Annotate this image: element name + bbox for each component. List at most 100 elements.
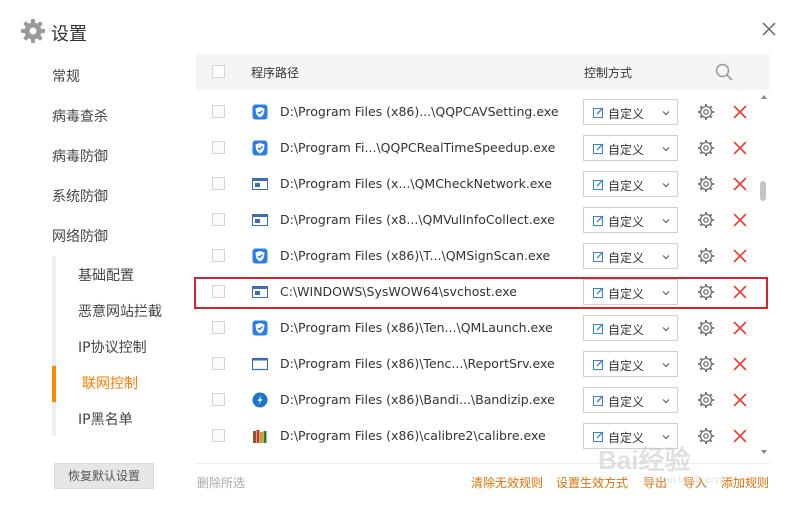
control-mode-select[interactable]: 自定义 [583, 243, 678, 269]
clear-invalid-rules-link[interactable]: 清除无效规则 [471, 474, 543, 491]
gear-icon[interactable] [697, 355, 715, 373]
control-mode-select[interactable]: 自定义 [583, 135, 678, 161]
row-checkbox[interactable] [212, 177, 225, 190]
gear-icon[interactable] [697, 103, 715, 121]
control-mode-select[interactable]: 自定义 [583, 387, 678, 413]
control-mode-select[interactable]: 自定义 [583, 351, 678, 377]
table-row[interactable]: D:\Program Files (x86)\Bandi...\Bandizip… [196, 382, 756, 418]
delete-x-icon[interactable] [732, 392, 748, 408]
window-app-icon [252, 284, 268, 300]
table-row[interactable]: D:\Program Files (x86)\Ten...\QMLaunch.e… [196, 310, 756, 346]
delete-x-icon[interactable] [732, 212, 748, 228]
sub-item-network-control[interactable]: 联网控制 [52, 366, 182, 402]
edit-icon [593, 251, 604, 262]
gear-icon[interactable] [697, 283, 715, 301]
sub-item-malicious-site-block[interactable]: 恶意网站拦截 [56, 294, 186, 330]
row-program-path: D:\Program Files (x86)\T...\QMSignScan.e… [280, 248, 551, 263]
nav-item-network-defense[interactable]: 网络防御 [52, 226, 108, 246]
delete-x-icon[interactable] [732, 140, 748, 156]
chevron-down-icon [662, 399, 670, 404]
scroll-up-arrow-icon[interactable] [760, 93, 768, 101]
row-checkbox[interactable] [212, 285, 225, 298]
shield-icon [252, 248, 268, 264]
row-checkbox[interactable] [212, 393, 225, 406]
table-row[interactable]: D:\Program Files (x8...\QMVulInfoCollect… [196, 202, 756, 238]
scrollbar[interactable] [756, 93, 770, 463]
shield-icon [252, 320, 268, 336]
row-checkbox[interactable] [212, 429, 225, 442]
table-row[interactable]: D:\Program Files (x86)\T...\QMSignScan.e… [196, 238, 756, 274]
delete-x-icon[interactable] [732, 248, 748, 264]
title-bar: 设置 [0, 0, 800, 60]
add-rule-link[interactable]: 添加规则 [721, 474, 769, 491]
gear-icon[interactable] [697, 211, 715, 229]
table-row[interactable]: D:\Program Fi...\QQPCRealTimeSpeedup.exe… [196, 130, 756, 166]
sub-item-ip-protocol-control[interactable]: IP协议控制 [56, 330, 186, 366]
delete-x-icon[interactable] [732, 320, 748, 336]
gear-icon[interactable] [697, 139, 715, 157]
table-row[interactable]: D:\Program Files (x86)\Tenc...\ReportSrv… [196, 346, 756, 382]
chevron-down-icon [662, 435, 670, 440]
export-link[interactable]: 导出 [643, 474, 667, 491]
control-mode-value: 自定义 [608, 395, 645, 409]
search-icon[interactable] [714, 62, 734, 82]
gear-icon[interactable] [697, 319, 715, 337]
delete-selected-button[interactable]: 删除所选 [197, 474, 245, 491]
scroll-down-arrow-icon[interactable] [760, 448, 768, 456]
delete-x-icon[interactable] [732, 356, 748, 372]
control-mode-select[interactable]: 自定义 [583, 279, 678, 305]
control-mode-select[interactable]: 自定义 [583, 423, 678, 449]
row-program-path: D:\Program Files (x86)\Bandi...\Bandizip… [280, 392, 555, 407]
table-row[interactable]: D:\Program Files (x86)\calibre2\calibre.… [196, 418, 756, 454]
sub-item-basic-config[interactable]: 基础配置 [56, 258, 186, 294]
set-effective-mode-link[interactable]: 设置生效方式 [556, 474, 628, 491]
edit-icon [593, 143, 604, 154]
row-program-path: D:\Program Files (x86)\Ten...\QMLaunch.e… [280, 320, 553, 335]
control-mode-select[interactable]: 自定义 [583, 207, 678, 233]
books-icon [252, 428, 268, 444]
import-link[interactable]: 导入 [683, 474, 707, 491]
scroll-thumb[interactable] [760, 181, 766, 201]
control-mode-select[interactable]: 自定义 [583, 99, 678, 125]
row-checkbox[interactable] [212, 357, 225, 370]
row-checkbox[interactable] [212, 105, 225, 118]
chevron-down-icon [662, 111, 670, 116]
chevron-down-icon [662, 219, 670, 224]
row-checkbox[interactable] [212, 249, 225, 262]
gear-icon[interactable] [697, 247, 715, 265]
control-mode-value: 自定义 [608, 287, 645, 301]
edit-icon [593, 287, 604, 298]
sub-item-ip-blacklist[interactable]: IP黑名单 [56, 402, 186, 438]
row-program-path: D:\Program Files (x86)...\QQPCAVSetting.… [280, 104, 559, 119]
blank-window-icon [251, 356, 269, 372]
control-mode-value: 自定义 [608, 107, 645, 121]
nav-item-system-defense[interactable]: 系统防御 [52, 186, 108, 206]
delete-x-icon[interactable] [732, 284, 748, 300]
control-mode-select[interactable]: 自定义 [583, 315, 678, 341]
edit-icon [593, 179, 604, 190]
gear-icon[interactable] [697, 427, 715, 445]
table-row[interactable]: D:\Program Files (x86)...\QQPCAVSetting.… [196, 94, 756, 130]
gear-icon[interactable] [697, 391, 715, 409]
row-checkbox[interactable] [212, 321, 225, 334]
edit-icon [593, 395, 604, 406]
nav-item-virus-scan[interactable]: 病毒查杀 [52, 106, 108, 126]
nav-item-virus-defense[interactable]: 病毒防御 [52, 146, 108, 166]
row-program-path: D:\Program Files (x86)\calibre2\calibre.… [280, 428, 546, 443]
delete-x-icon[interactable] [732, 104, 748, 120]
row-checkbox[interactable] [212, 141, 225, 154]
delete-x-icon[interactable] [732, 428, 748, 444]
delete-x-icon[interactable] [732, 176, 748, 192]
select-all-checkbox[interactable] [212, 65, 225, 78]
restore-defaults-button[interactable]: 恢复默认设置 [54, 463, 154, 489]
table-row[interactable]: D:\Program Files (x...\QMCheckNetwork.ex… [196, 166, 756, 202]
table-row[interactable]: C:\WINDOWS\SysWOW64\svchost.exe 自定义 [196, 274, 756, 310]
control-mode-value: 自定义 [608, 359, 645, 373]
close-icon[interactable] [758, 18, 780, 40]
chevron-down-icon [662, 291, 670, 296]
control-mode-select[interactable]: 自定义 [583, 171, 678, 197]
chevron-down-icon [662, 147, 670, 152]
row-checkbox[interactable] [212, 213, 225, 226]
gear-icon[interactable] [697, 175, 715, 193]
nav-item-general[interactable]: 常规 [52, 66, 80, 86]
